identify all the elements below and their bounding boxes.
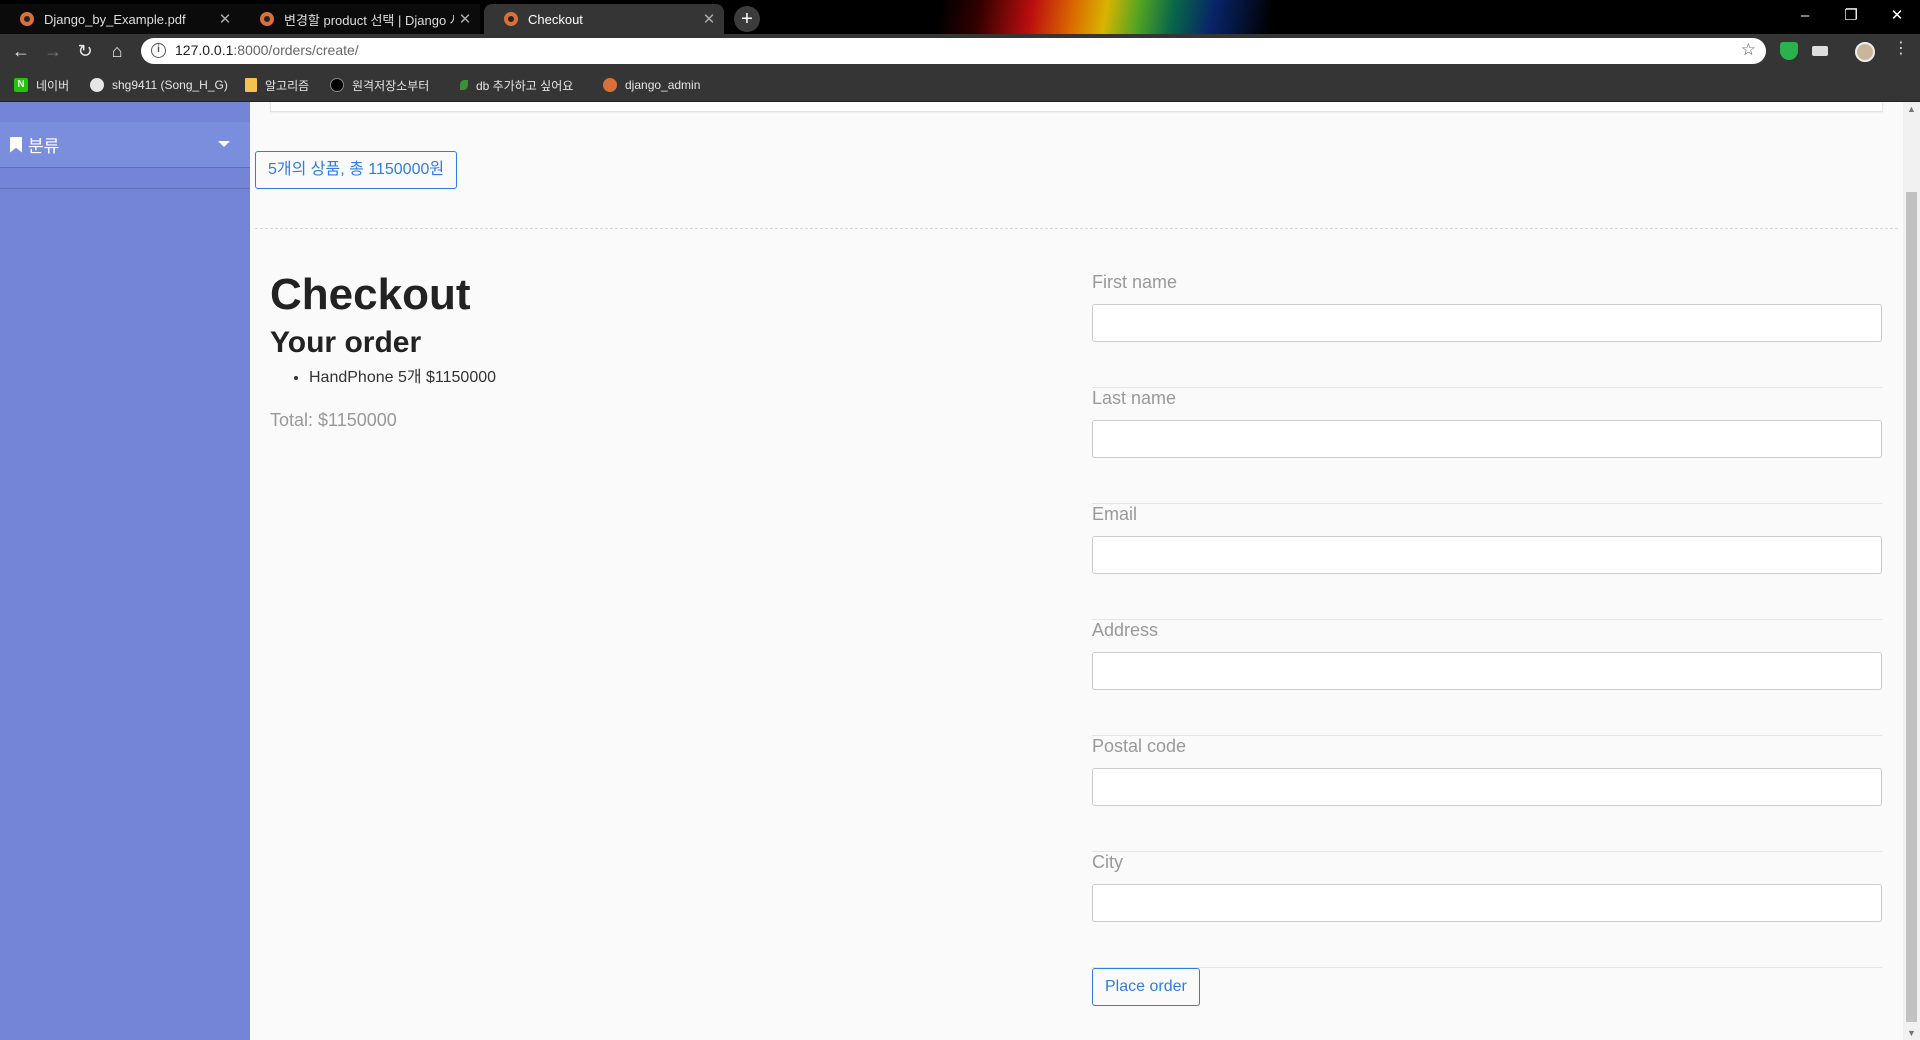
top-card xyxy=(270,102,1883,112)
card-extension-icon[interactable] xyxy=(1812,46,1828,56)
info-icon[interactable]: i xyxy=(151,43,166,58)
url-path: :8000/orders/create/ xyxy=(233,42,359,58)
bookmark-label: db 추가하고 싶어요 xyxy=(476,78,574,93)
cart-summary-button[interactable]: 5개의 상품, 총 1150000원 xyxy=(255,151,458,189)
field-first-name: First name xyxy=(1092,272,1882,388)
list-item: HandPhone 5개 $1150000 xyxy=(309,366,496,390)
category-label: 분류 xyxy=(28,137,60,156)
page-title: Checkout xyxy=(270,270,471,319)
leaf-icon xyxy=(460,80,468,90)
field-last-name: Last name xyxy=(1092,388,1882,504)
github-icon xyxy=(90,78,104,92)
bookmark-label: 네이버 xyxy=(36,78,70,93)
tab-checkout[interactable]: Checkout ✕ xyxy=(484,4,724,34)
kebab-menu-icon[interactable]: ⋮ xyxy=(1893,38,1909,57)
folder-icon xyxy=(245,78,257,92)
email-input[interactable] xyxy=(1092,536,1882,574)
minimize-icon[interactable]: – xyxy=(1782,2,1828,30)
close-icon[interactable]: ✕ xyxy=(698,10,720,28)
bookmark-label: shg9411 (Song_H_G) xyxy=(112,78,228,92)
tab-django-pdf[interactable]: Django_by_Example.pdf ✕ xyxy=(0,4,240,34)
django-favicon-icon xyxy=(20,12,34,26)
category-dropdown[interactable]: 분류 xyxy=(0,122,250,168)
theme-artwork xyxy=(940,0,1270,34)
field-postal-code: Postal code xyxy=(1092,736,1882,852)
first-name-input[interactable] xyxy=(1092,304,1882,342)
city-label: City xyxy=(1092,852,1123,872)
bookmark-remote-repo[interactable]: 원격저장소부터 xyxy=(330,76,429,94)
bookmark-label: django_admin xyxy=(625,78,701,92)
last-name-input[interactable] xyxy=(1092,420,1882,458)
order-form: First name Last name Email Address Posta… xyxy=(1092,272,1882,1006)
page-scrollbar[interactable]: ▲ ▼ xyxy=(1903,102,1920,1040)
scroll-down-icon[interactable]: ▼ xyxy=(1907,1028,1916,1038)
browser-toolbar: ← → ↻ ⌂ i 127.0.0.1:8000/orders/create/ … xyxy=(0,34,1920,68)
naver-icon: N xyxy=(14,78,28,92)
dot-icon xyxy=(330,78,344,92)
window-close-icon[interactable]: ✕ xyxy=(1874,2,1920,30)
order-heading: Your order xyxy=(270,326,422,359)
address-bar[interactable]: i 127.0.0.1:8000/orders/create/ ☆ xyxy=(141,38,1766,64)
order-items: HandPhone 5개 $1150000 xyxy=(309,366,496,390)
city-input[interactable] xyxy=(1092,884,1882,922)
close-icon[interactable]: ✕ xyxy=(214,10,236,28)
back-arrow-icon[interactable]: ← xyxy=(7,38,35,64)
bookmark-icon xyxy=(10,136,22,153)
scroll-up-icon[interactable]: ▲ xyxy=(1907,104,1916,114)
field-address: Address xyxy=(1092,620,1882,736)
bookmark-github[interactable]: shg9411 (Song_H_G) xyxy=(90,76,228,94)
close-icon[interactable]: ✕ xyxy=(454,10,476,28)
bookmark-star-icon[interactable]: ☆ xyxy=(1741,40,1756,60)
restore-icon[interactable]: ❐ xyxy=(1828,2,1874,30)
forward-arrow-icon[interactable]: → xyxy=(39,38,67,64)
shield-extension-icon[interactable] xyxy=(1780,42,1798,60)
field-city: City xyxy=(1092,852,1882,968)
bookmark-label: 알고리즘 xyxy=(265,78,310,93)
field-email: Email xyxy=(1092,504,1882,620)
django-icon xyxy=(603,78,617,92)
reload-icon[interactable]: ↻ xyxy=(71,38,99,64)
sidebar: 분류 xyxy=(0,102,250,1040)
django-favicon-icon xyxy=(260,12,274,26)
order-total: Total: $1150000 xyxy=(270,410,397,430)
bookmark-db[interactable]: db 추가하고 싶어요 xyxy=(460,76,573,94)
tab-title: Checkout xyxy=(528,11,583,27)
place-order-button[interactable]: Place order xyxy=(1092,968,1200,1006)
tab-title: 변경할 product 선택 | Django 사이트 xyxy=(284,12,454,28)
sidebar-divider xyxy=(0,188,250,189)
dashed-divider xyxy=(255,228,1898,229)
bookmark-algorithm[interactable]: 알고리즘 xyxy=(245,76,309,94)
bookmark-label: 원격저장소부터 xyxy=(352,78,430,93)
profile-avatar[interactable] xyxy=(1855,42,1875,62)
address-input[interactable] xyxy=(1092,652,1882,690)
main-content: 5개의 상품, 총 1150000원 Checkout Your order H… xyxy=(250,102,1903,1040)
url-host: 127.0.0.1 xyxy=(175,42,234,58)
bookmark-naver[interactable]: N 네이버 xyxy=(14,76,69,94)
last-name-label: Last name xyxy=(1092,388,1177,408)
caret-down-icon xyxy=(218,141,230,147)
bookmark-django-admin[interactable]: django_admin xyxy=(603,76,700,94)
bookmarks-bar: N 네이버 shg9411 (Song_H_G) 알고리즘 원격저장소부터 db… xyxy=(0,68,1920,102)
scrollbar-thumb[interactable] xyxy=(1906,192,1917,1022)
address-label: Address xyxy=(1092,620,1159,640)
new-tab-button[interactable]: + xyxy=(734,6,760,32)
url-text[interactable]: 127.0.0.1:8000/orders/create/ xyxy=(175,42,359,58)
tab-product-select[interactable]: 변경할 product 선택 | Django 사이트 ✕ xyxy=(240,4,480,34)
email-label: Email xyxy=(1092,504,1138,524)
django-favicon-icon xyxy=(504,12,518,26)
postal-code-label: Postal code xyxy=(1092,736,1187,756)
postal-code-input[interactable] xyxy=(1092,768,1882,806)
home-icon[interactable]: ⌂ xyxy=(103,38,131,64)
first-name-label: First name xyxy=(1092,272,1178,292)
tab-title: Django_by_Example.pdf xyxy=(44,11,186,27)
tab-strip: Django_by_Example.pdf ✕ 변경할 product 선택 |… xyxy=(0,0,1920,34)
